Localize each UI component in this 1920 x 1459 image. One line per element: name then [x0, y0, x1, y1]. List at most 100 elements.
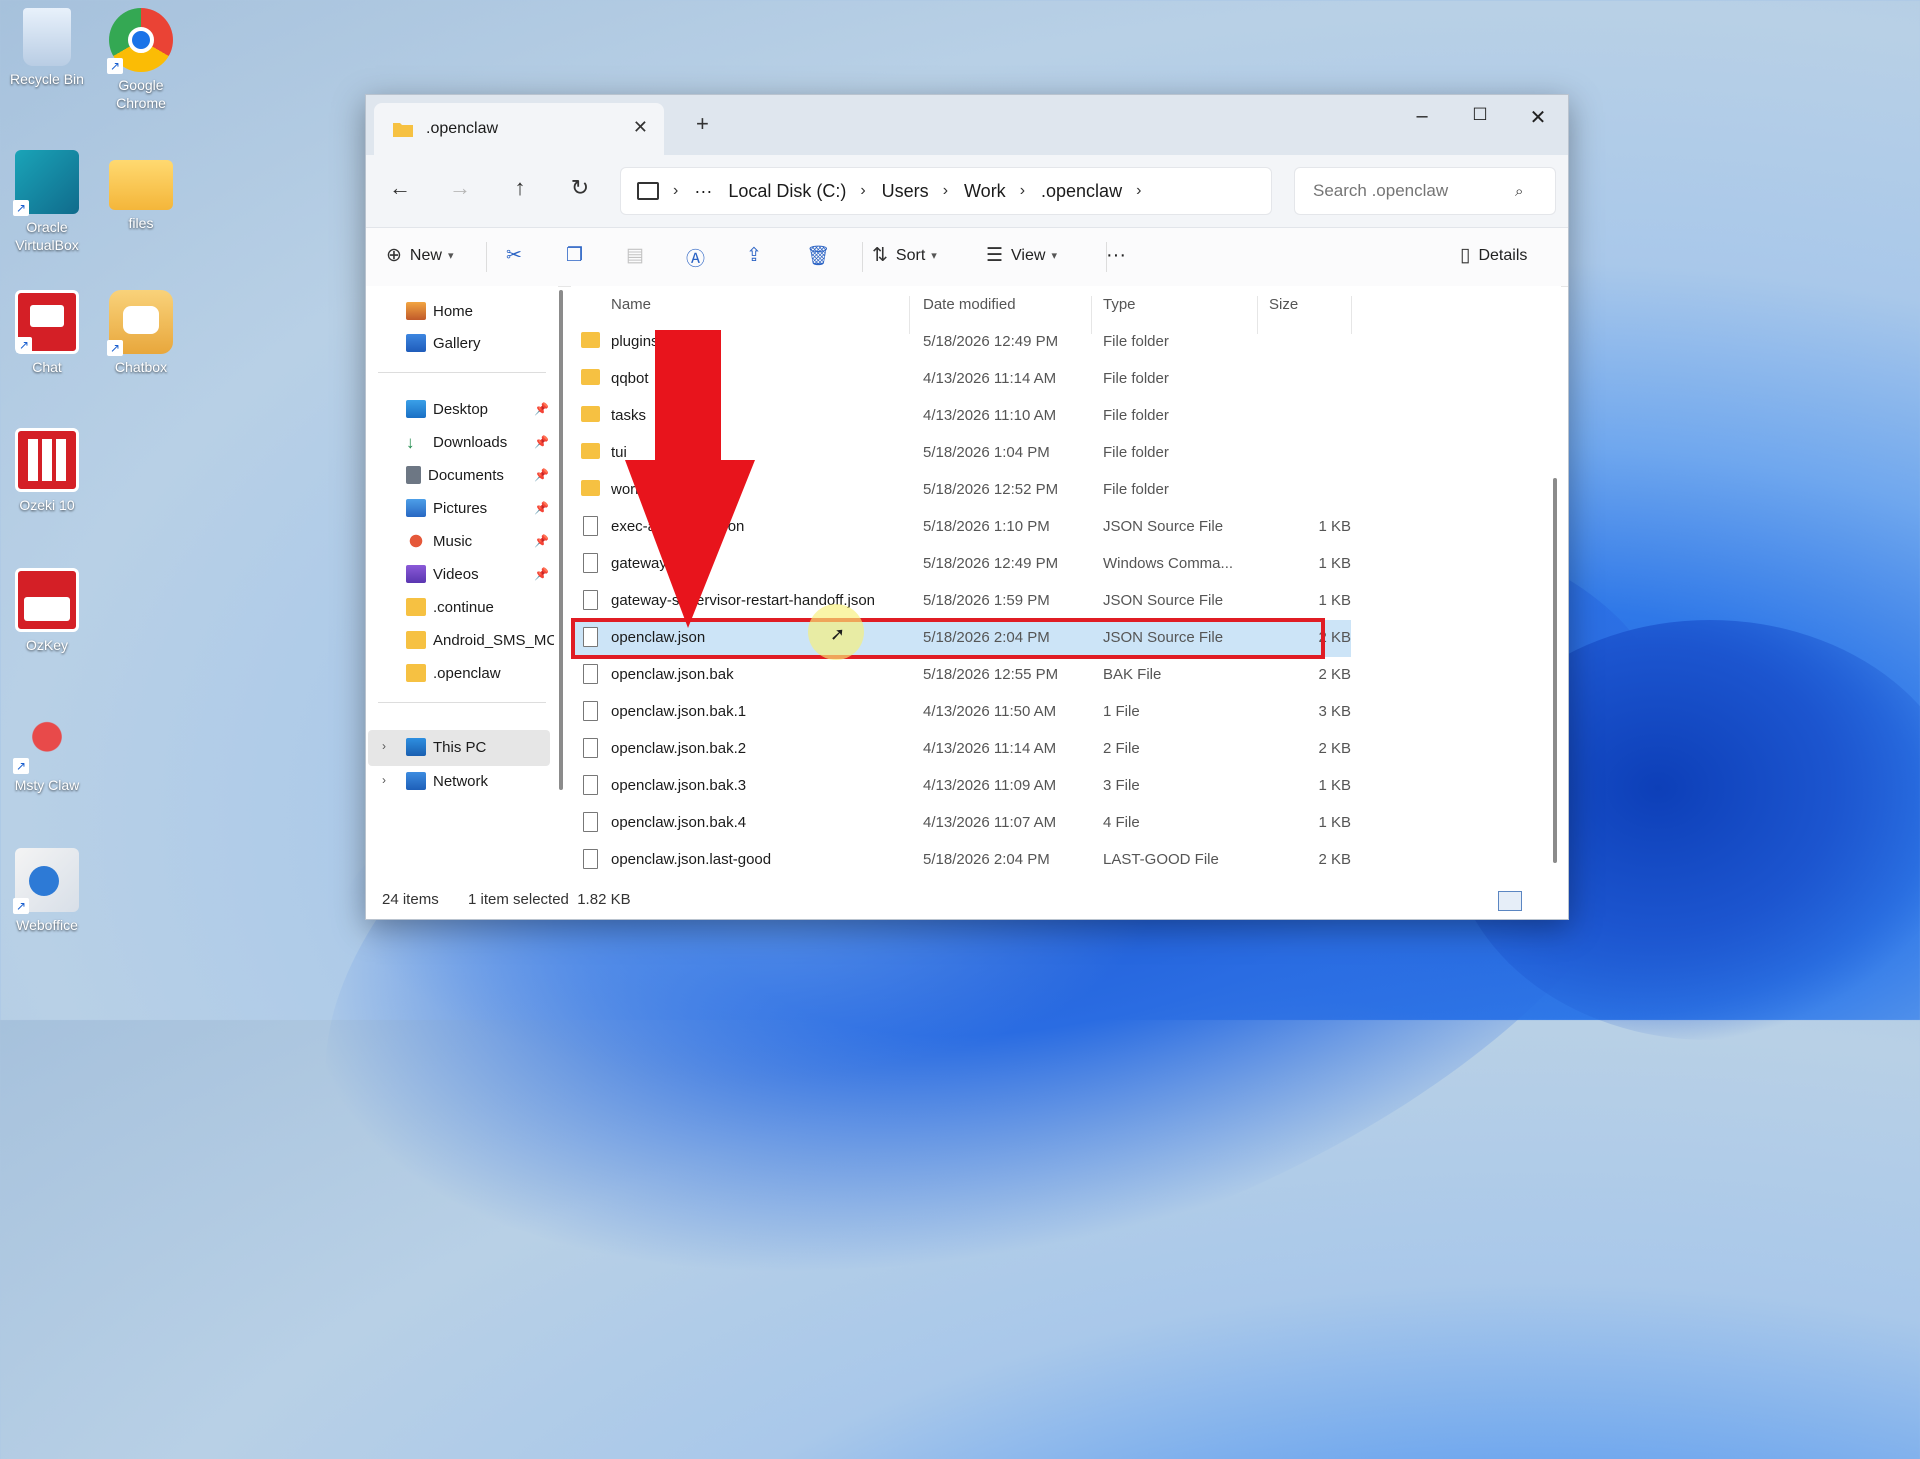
close-window-button[interactable]: ✕ — [1518, 105, 1558, 130]
file-type: File folder — [1103, 444, 1169, 461]
nav-item-label: Desktop — [433, 400, 489, 418]
details-button[interactable]: ▯ Details — [1460, 244, 1527, 267]
desktop-icon-msty-claw[interactable]: ↗ Msty Claw — [2, 708, 92, 794]
nav-item-music[interactable]: Music — [406, 532, 554, 550]
selection-info: 1 item selected 1.82 KB — [468, 891, 631, 908]
paste-button[interactable]: ▤ — [626, 244, 652, 267]
table-row[interactable]: openclaw.json.bak.1 4/13/2026 11:50 AM 1 F… — [571, 694, 1351, 731]
back-arrow-icon[interactable]: ← — [384, 175, 416, 201]
nav-item-openclaw[interactable]: .openclaw — [406, 664, 554, 682]
more-options-button[interactable]: ··· — [1106, 244, 1126, 267]
desktop-icon-recycle-bin[interactable]: Recycle Bin — [2, 8, 92, 88]
tiles-view-toggle[interactable] — [1530, 891, 1552, 909]
forward-arrow-icon[interactable]: → — [444, 175, 476, 201]
share-icon: ⇪ — [746, 245, 762, 266]
new-button[interactable]: ⊕ New ▾ — [386, 244, 453, 267]
nav-item-android-sms[interactable]: Android_SMS_MC — [406, 631, 554, 649]
up-arrow-icon[interactable]: ↑ — [504, 175, 536, 201]
folder-icon — [406, 598, 426, 616]
rename-button[interactable]: Ⓐ — [686, 244, 713, 271]
folder-icon — [581, 406, 600, 422]
chrome-icon: ↗ — [107, 8, 173, 74]
pin-icon[interactable]: 📌 — [534, 501, 549, 515]
nav-item-documents[interactable]: Documents — [406, 466, 554, 484]
desktop-icon-ozeki-10[interactable]: Ozeki 10 — [2, 428, 92, 514]
breadcrumb-work[interactable]: Work — [964, 181, 1006, 202]
table-row[interactable]: openclaw.json.bak 5/18/2026 12:55 PM BAK F… — [571, 657, 1351, 694]
desktop-icon-files[interactable]: files — [96, 150, 186, 232]
pin-icon[interactable]: 📌 — [534, 468, 549, 482]
view-button[interactable]: ☰ View ▾ — [986, 244, 1057, 267]
pin-icon[interactable]: 📌 — [534, 435, 549, 449]
table-row[interactable]: openclaw.json.bak.2 4/13/2026 11:14 AM 2 F… — [571, 731, 1351, 768]
nav-item-continue[interactable]: .continue — [406, 598, 554, 616]
breadcrumb-overflow[interactable]: ··· — [694, 181, 712, 202]
desktop-icon-chat[interactable]: ↗ Chat — [2, 290, 92, 376]
breadcrumb-openclaw[interactable]: .openclaw — [1041, 181, 1122, 202]
desktop-icon-label: Weboffice — [16, 917, 78, 933]
pin-icon[interactable]: 📌 — [534, 534, 549, 548]
pin-icon[interactable]: 📌 — [534, 567, 549, 581]
maximize-button[interactable]: ☐ — [1460, 105, 1500, 125]
column-header-date[interactable]: Date modified — [923, 296, 1016, 313]
file-size: 2 KB — [1318, 740, 1351, 757]
refresh-icon[interactable]: ↻ — [564, 175, 596, 201]
share-button[interactable]: ⇪ — [746, 244, 770, 267]
nav-pane-scrollbar[interactable] — [559, 290, 563, 790]
close-tab-icon[interactable]: ✕ — [633, 117, 648, 138]
file-date: 5/18/2026 1:04 PM — [923, 444, 1050, 461]
desktop-icon-ozkey[interactable]: OzKey — [2, 568, 92, 654]
nav-item-home[interactable]: Home — [406, 302, 554, 320]
desktop-icon-weboffice[interactable]: ↗ Weboffice — [2, 848, 92, 934]
pin-icon[interactable]: 📌 — [534, 402, 549, 416]
shortcut-arrow-icon: ↗ — [13, 898, 29, 914]
file-date: 4/13/2026 11:14 AM — [923, 740, 1057, 757]
nav-item-label: Downloads — [433, 433, 508, 451]
details-view-toggle[interactable] — [1498, 891, 1522, 911]
column-header-size[interactable]: Size — [1269, 296, 1298, 313]
nav-item-label: Gallery — [433, 334, 481, 352]
address-bar[interactable]: › ··· Local Disk (C:) › Users › Work › .… — [620, 167, 1272, 215]
scissors-icon: ✂ — [506, 245, 522, 266]
search-input[interactable] — [1311, 180, 1515, 202]
new-tab-button[interactable]: + — [696, 111, 709, 137]
document-icon — [406, 466, 421, 484]
minimize-button[interactable]: – — [1402, 105, 1442, 128]
virtualbox-icon: ↗ — [13, 150, 79, 216]
table-row[interactable]: openclaw.json.bak.3 4/13/2026 11:09 AM 3 F… — [571, 768, 1351, 805]
copy-button[interactable]: ❐ — [566, 244, 591, 267]
column-divider[interactable] — [1351, 296, 1352, 334]
delete-button[interactable]: 🗑 — [806, 244, 838, 268]
table-row[interactable]: openclaw.json.bak.4 4/13/2026 11:07 AM 4 F… — [571, 805, 1351, 842]
chevron-right-icon[interactable]: › — [382, 739, 386, 753]
file-list-scrollbar[interactable] — [1553, 478, 1557, 863]
status-bar: 24 items 1 item selected 1.82 KB — [366, 881, 1566, 919]
column-header-type[interactable]: Type — [1103, 296, 1136, 313]
desktop-icon-chatbox[interactable]: ↗ Chatbox — [96, 290, 186, 376]
folder-icon — [393, 123, 413, 137]
table-row[interactable]: openclaw.json.last-good 5/18/2026 2:04 PM… — [571, 842, 1351, 879]
nav-item-downloads[interactable]: ↓ Downloads — [406, 433, 554, 451]
nav-item-this-pc[interactable]: This PC — [406, 738, 554, 756]
nav-item-videos[interactable]: Videos — [406, 565, 554, 583]
cmd-file-icon — [583, 553, 598, 573]
tab-openclaw[interactable]: .openclaw ✕ — [374, 103, 664, 155]
desktop-icon-oracle-virtualbox[interactable]: ↗ Oracle VirtualBox — [2, 150, 92, 254]
chevron-right-icon[interactable]: › — [382, 773, 386, 787]
file-size: 1 KB — [1318, 518, 1351, 535]
nav-item-pictures[interactable]: Pictures — [406, 499, 554, 517]
breadcrumb-users[interactable]: Users — [882, 181, 929, 202]
column-header-name[interactable]: Name — [611, 296, 651, 313]
navigation-bar: ← → ↑ ↻ › ··· Local Disk (C:) › Users › … — [366, 155, 1568, 228]
breadcrumb-local-disk[interactable]: Local Disk (C:) — [728, 181, 846, 202]
nav-item-gallery[interactable]: Gallery — [406, 334, 554, 352]
folder-icon — [581, 369, 600, 385]
file-date: 5/18/2026 12:49 PM — [923, 333, 1059, 350]
nav-item-network[interactable]: Network — [406, 772, 554, 790]
chevron-right-icon[interactable]: › — [1136, 182, 1141, 200]
desktop-icon-google-chrome[interactable]: ↗ Google Chrome — [96, 8, 186, 112]
sort-button[interactable]: ⇅ Sort ▾ — [872, 244, 937, 267]
nav-item-desktop[interactable]: Desktop — [406, 400, 554, 418]
folder-icon — [581, 443, 600, 459]
cut-button[interactable]: ✂ — [506, 244, 530, 267]
